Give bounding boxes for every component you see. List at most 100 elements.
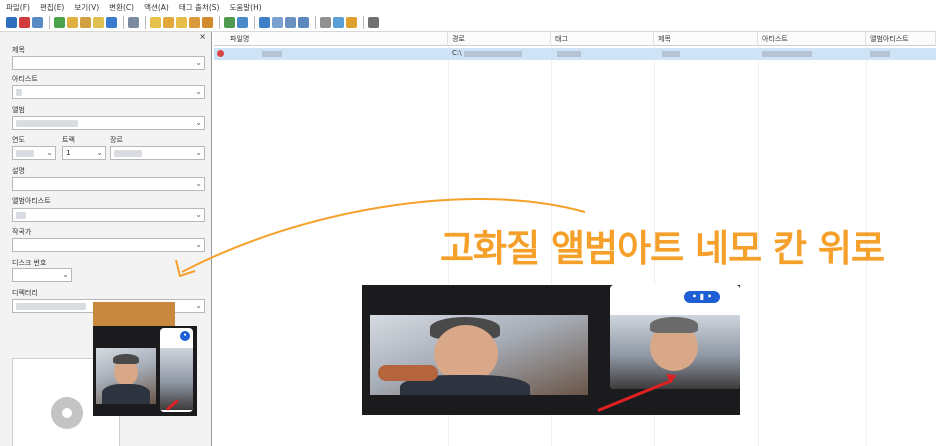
column-path[interactable]: 경로: [448, 32, 551, 46]
save-icon[interactable]: [6, 17, 17, 28]
autonumber-icon[interactable]: [224, 17, 235, 28]
chevron-down-icon[interactable]: ⌄: [195, 58, 202, 67]
chevron-down-icon[interactable]: ⌄: [96, 148, 103, 157]
options-wrench-icon[interactable]: [368, 17, 379, 28]
menu-convert[interactable]: 변환(C): [109, 2, 134, 13]
toolbar-separator: [49, 16, 50, 29]
chevron-down-icon[interactable]: ⌄: [195, 210, 202, 219]
chevron-down-icon[interactable]: ⌄: [46, 148, 53, 157]
redacted-value: [662, 51, 680, 57]
remove-tag-icon[interactable]: [19, 17, 30, 28]
suit: [102, 384, 150, 404]
menu-tag-sources[interactable]: 태그 출처(S): [179, 2, 220, 13]
path-cell: C:\: [452, 49, 462, 57]
filter-icon[interactable]: [298, 17, 309, 28]
redacted-value: [16, 89, 22, 96]
hair: [650, 317, 698, 333]
album-label: 앨범: [12, 106, 25, 114]
web-source-icon[interactable]: [333, 17, 344, 28]
genre-field[interactable]: ⌄: [110, 146, 205, 160]
redacted-value: [262, 51, 282, 57]
toolbar-separator: [123, 16, 124, 29]
menu-help[interactable]: 도움말(H): [229, 2, 261, 13]
favorite-star-icon[interactable]: [93, 17, 104, 28]
track-field[interactable]: 1 ⌄: [62, 146, 106, 160]
album-art-square: [93, 302, 175, 328]
menu-view[interactable]: 보기(V): [74, 2, 99, 13]
disc-number-field[interactable]: ⌄: [12, 268, 72, 282]
toolbar-separator: [315, 16, 316, 29]
column-album-artist[interactable]: 앨범아티스트: [866, 32, 936, 46]
chevron-down-icon[interactable]: ⌄: [195, 118, 202, 127]
menu-file[interactable]: 파일(F): [6, 2, 30, 13]
text-file-to-tag-icon[interactable]: [189, 17, 200, 28]
menu-edit[interactable]: 편집(E): [40, 2, 64, 13]
album-artist-field[interactable]: ⌄: [12, 208, 205, 222]
tag-source-icon[interactable]: [346, 17, 357, 28]
columns-icon[interactable]: [285, 17, 296, 28]
filename-to-filename-icon[interactable]: [176, 17, 187, 28]
pip-badge-icon[interactable]: • ▮ •: [684, 291, 720, 303]
pip-badge-icon[interactable]: •: [180, 331, 190, 341]
column-tag[interactable]: 태그: [551, 32, 654, 46]
redacted-value: [16, 303, 86, 310]
redacted-value: [16, 212, 26, 219]
photo: [370, 315, 588, 395]
playlist-export-icon[interactable]: [272, 17, 283, 28]
redacted-value: [762, 51, 812, 57]
album-field[interactable]: ⌄: [12, 116, 205, 130]
redacted-value: [870, 51, 890, 57]
track-label: 트랙: [62, 136, 75, 144]
year-field[interactable]: ⌄: [12, 146, 56, 160]
artist-field[interactable]: ⌄: [12, 85, 205, 99]
export-icon[interactable]: [259, 17, 270, 28]
tag-to-tag-icon[interactable]: [202, 17, 213, 28]
add-folder-icon[interactable]: [67, 17, 78, 28]
chevron-down-icon[interactable]: ⌄: [195, 179, 202, 188]
toolbar-separator: [363, 16, 364, 29]
toolbar-separator: [219, 16, 220, 29]
album-artist-label: 앨범아티스트: [12, 197, 51, 205]
refresh-icon[interactable]: [106, 17, 117, 28]
comment-label: 설명: [12, 167, 25, 175]
genre-label: 장르: [110, 136, 123, 144]
case-conversion-icon[interactable]: [237, 17, 248, 28]
directory-label: 디렉터리: [12, 289, 38, 297]
toolbar-separator: [254, 16, 255, 29]
annotation-text: 고화질 앨범아트 네모 칸 위로: [440, 227, 885, 270]
select-all-icon[interactable]: [128, 17, 139, 28]
disc-number-label: 디스크 번호: [12, 259, 47, 267]
chevron-down-icon[interactable]: ⌄: [195, 148, 202, 157]
small-screenshot: •: [93, 326, 197, 416]
track-value: 1: [66, 149, 71, 157]
view-icon[interactable]: [320, 17, 331, 28]
open-folder-icon[interactable]: [54, 17, 65, 28]
hair: [113, 354, 139, 364]
comment-field[interactable]: ⌄: [12, 177, 205, 191]
filename-to-tag-icon[interactable]: [163, 17, 174, 28]
title-field[interactable]: ⌄: [12, 56, 205, 70]
artist-label: 아티스트: [12, 75, 38, 83]
composer-field[interactable]: ⌄: [12, 238, 205, 252]
menu-bar: 파일(F) 편집(E) 보기(V) 변환(C) 액션(A) 태그 출처(S) 도…: [0, 0, 936, 14]
chevron-down-icon[interactable]: ⌄: [195, 87, 202, 96]
redacted-value: [16, 120, 78, 127]
undo-icon[interactable]: [32, 17, 43, 28]
large-screenshot: • ▮ •: [362, 285, 740, 415]
column-artist[interactable]: 아티스트: [758, 32, 866, 46]
redacted-value: [464, 51, 522, 57]
title-label: 제목: [12, 46, 25, 54]
column-filename[interactable]: 파일명: [226, 32, 448, 46]
close-icon[interactable]: ×: [199, 32, 206, 41]
tag-to-filename-icon[interactable]: [150, 17, 161, 28]
chevron-down-icon[interactable]: ⌄: [62, 270, 69, 279]
toolbar: [0, 14, 936, 32]
menu-action[interactable]: 액션(A): [144, 2, 169, 13]
chevron-down-icon[interactable]: ⌄: [195, 240, 202, 249]
table-row[interactable]: C:\: [214, 48, 936, 60]
composer-label: 작곡가: [12, 228, 32, 236]
column-title[interactable]: 제목: [654, 32, 758, 46]
chevron-down-icon[interactable]: ⌄: [195, 301, 202, 310]
playlist-icon[interactable]: [80, 17, 91, 28]
redacted-value: [114, 150, 142, 157]
